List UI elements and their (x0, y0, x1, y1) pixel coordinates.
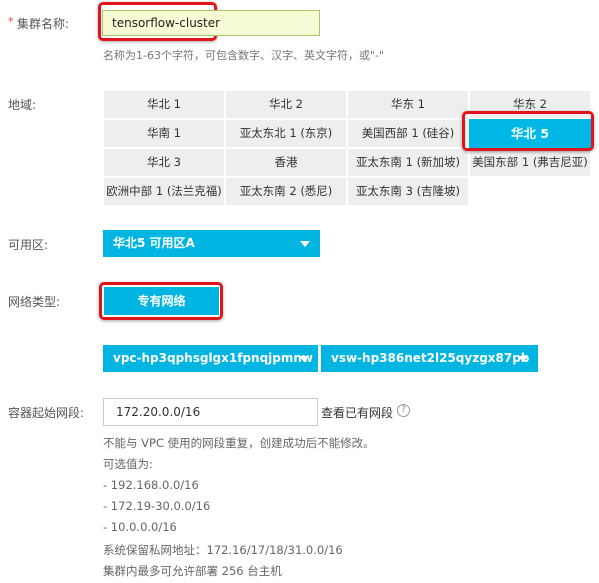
zone-label: 可用区: (8, 238, 49, 252)
vpc-select-value: vpc-hp3qphsglgx1fpnqjpmnw (113, 351, 314, 365)
network-type-vpc-button[interactable]: 专有网络 (104, 287, 219, 315)
region-label: 地域: (8, 98, 37, 112)
region-option[interactable]: 亚太东南 2 (悉尼) (225, 177, 347, 206)
vpc-select[interactable]: vpc-hp3qphsglgx1fpnqjpmnw (103, 345, 318, 372)
cidr-label: 容器起始网段: (8, 406, 85, 420)
vswitch-select[interactable]: vsw-hp386net2l25qyzgx87pb (321, 345, 538, 372)
cidr-note-line: 可选值为: (103, 457, 153, 471)
region-option[interactable]: 华北 2 (225, 90, 347, 119)
cidr-note-line: 集群内最多可允许部署 256 台主机 (103, 564, 282, 578)
chevron-down-icon (518, 356, 528, 362)
network-type-label: 网络类型: (8, 295, 61, 309)
region-highlight (462, 111, 594, 151)
cluster-name-input[interactable]: tensorflow-cluster (102, 10, 320, 36)
region-option[interactable]: 亚太东南 3 (吉隆坡) (347, 177, 469, 206)
region-option[interactable]: 华北 3 (103, 148, 225, 177)
region-option[interactable]: 亚太东北 1 (东京) (225, 119, 347, 148)
cidr-input[interactable]: 172.20.0.0/16 (103, 398, 318, 426)
cidr-note-line: 不能与 VPC 使用的网段重复，创建成功后不能修改。 (103, 436, 375, 450)
region-option[interactable]: 香港 (225, 148, 347, 177)
required-mark: * (8, 15, 14, 28)
chevron-down-icon (300, 241, 310, 247)
view-existing-cidr-link[interactable]: 查看已有网段 (321, 404, 393, 421)
create-cluster-form: * 集群名称: tensorflow-cluster 名称为1-63个字符，可包… (0, 0, 599, 583)
zone-select[interactable]: 华北5 可用区A (103, 230, 320, 257)
region-option[interactable]: 欧洲中部 1 (法兰克福) (103, 177, 225, 206)
cidr-note-line: 系统保留私网地址：172.16/17/18/31.0.0/16 (103, 543, 343, 557)
region-option[interactable]: 华东 1 (347, 90, 469, 119)
chevron-down-icon (299, 356, 309, 362)
help-icon[interactable]: ? (397, 404, 410, 417)
cluster-name-hint: 名称为1-63个字符，可包含数字、汉字、英文字符，或"-" (103, 49, 385, 62)
zone-select-value: 华北5 可用区A (113, 236, 195, 250)
region-option[interactable]: 美国西部 1 (硅谷) (347, 119, 469, 148)
cidr-note-line: - 192.168.0.0/16 (103, 478, 199, 492)
cluster-name-label: 集群名称: (17, 17, 70, 31)
cidr-note-line: - 10.0.0.0/16 (103, 520, 177, 534)
cidr-note-line: - 172.19-30.0.0/16 (103, 499, 211, 513)
region-option[interactable]: 华南 1 (103, 119, 225, 148)
region-option[interactable]: 亚太东南 1 (新加坡) (347, 148, 469, 177)
region-option[interactable]: 华北 1 (103, 90, 225, 119)
region-option[interactable]: 美国东部 1 (弗吉尼亚) (469, 148, 591, 177)
vswitch-select-value: vsw-hp386net2l25qyzgx87pb (331, 351, 530, 365)
